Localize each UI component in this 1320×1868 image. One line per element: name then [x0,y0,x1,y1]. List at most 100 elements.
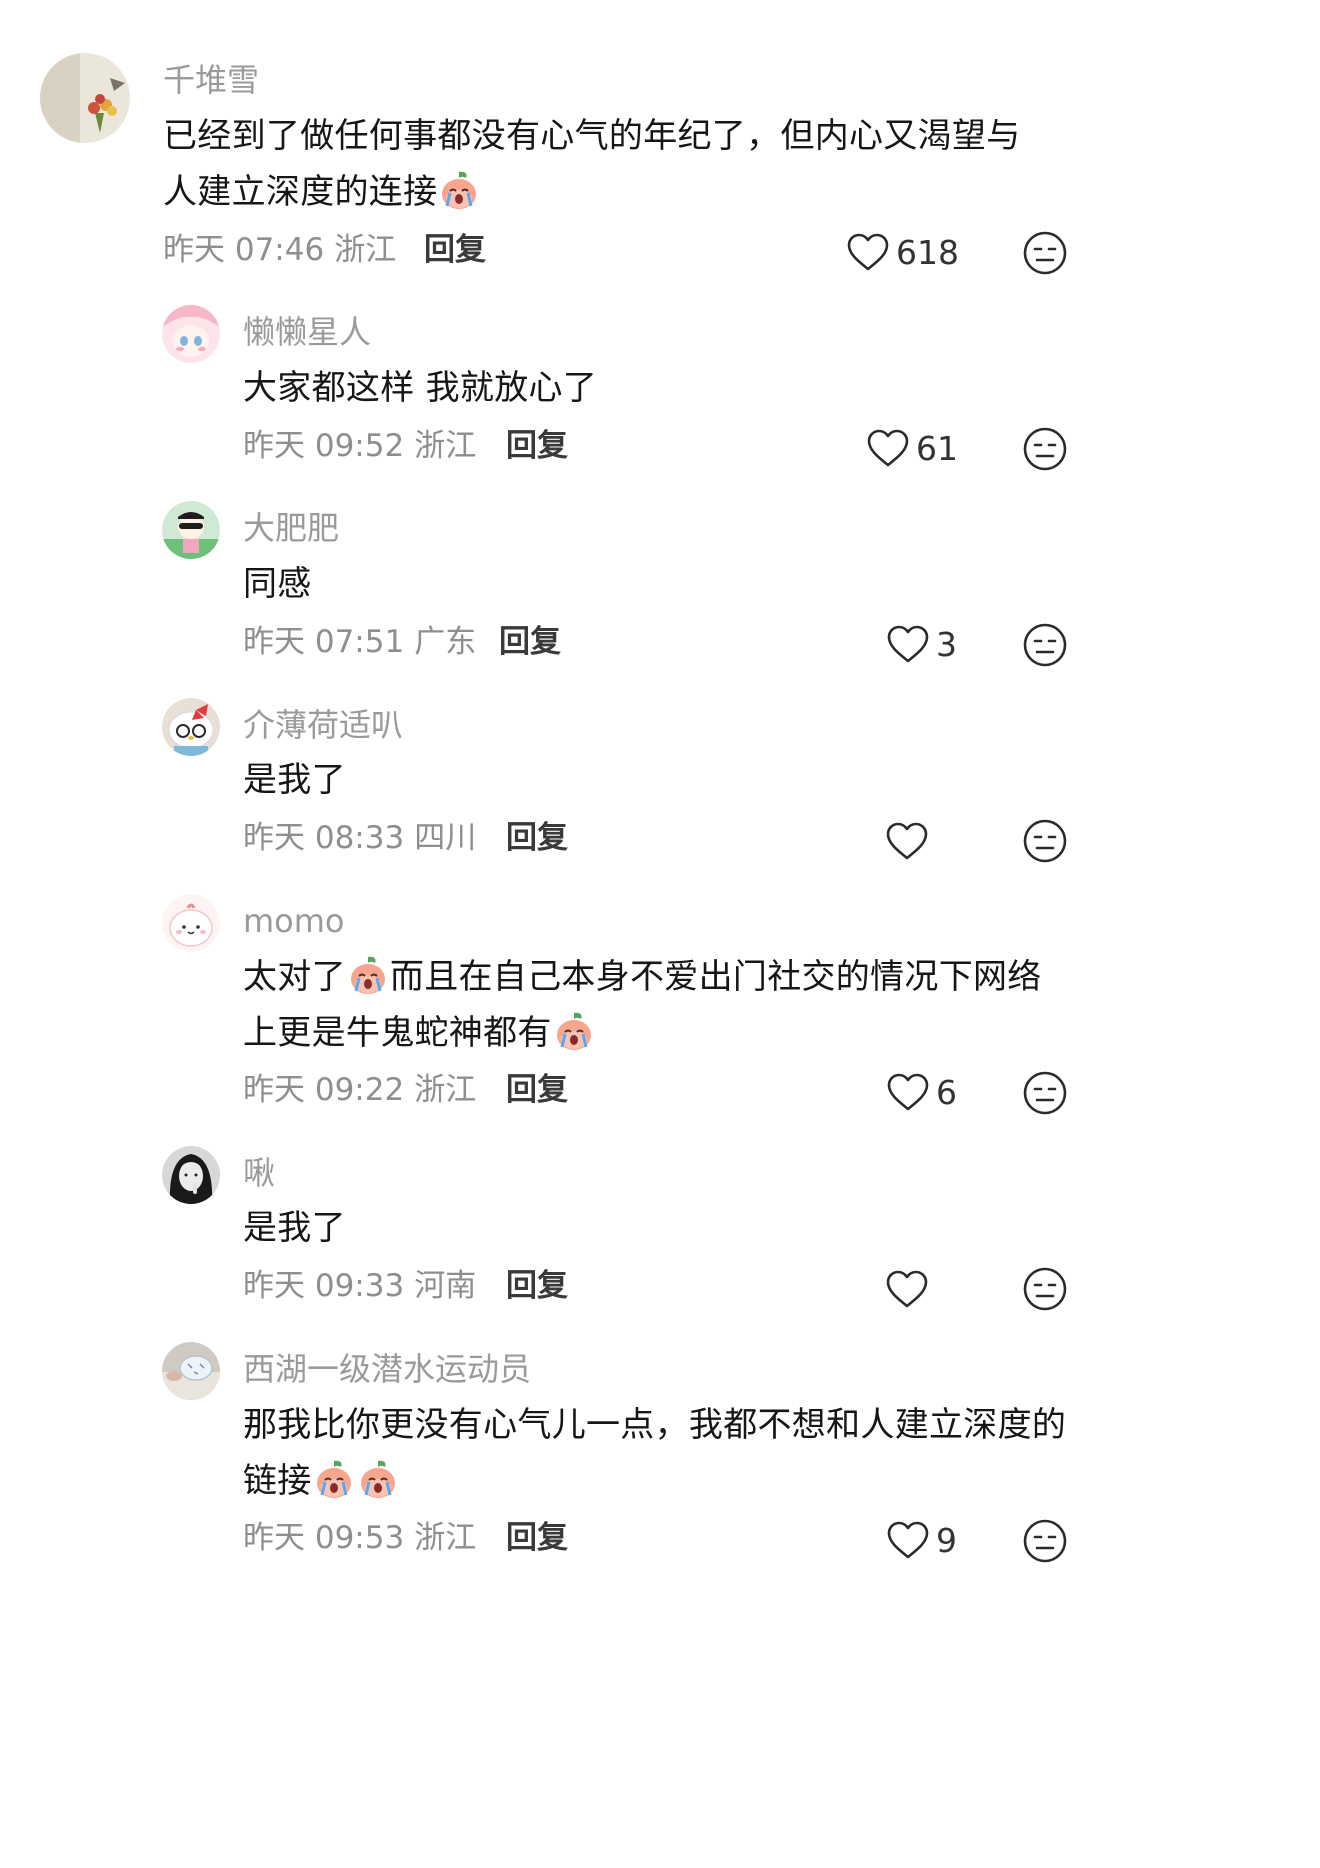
heart-outline-icon [887,1073,929,1111]
like-button[interactable]: 61 [866,424,958,472]
avatar[interactable] [162,698,220,756]
comment-text-segment: 是我了 [243,760,346,800]
comment-location: 浙江 [414,428,477,464]
comment-meta: 昨天 09:52 浙江 [243,426,476,466]
dislike-button[interactable] [1022,818,1068,864]
comment-meta: 昨天 09:53 浙江 [243,1518,476,1558]
comment-text: 那我比你更没有心气儿一点，我都不想和人建立深度的链接 [243,1397,1073,1509]
like-count: 3 [936,624,957,664]
comment-text-segment: 同感 [243,564,312,604]
comment-author[interactable]: 懒懒星人 [243,312,371,352]
comment-author[interactable]: 千堆雪 [163,60,259,100]
avatar-image [162,1146,220,1204]
comment-text-segment: 已经到了做任何事都没有心气的年纪了，但内心又渴望与人建立深度的连接 [163,116,1021,212]
avatar[interactable] [40,53,130,143]
comment-author[interactable]: 介薄荷适叭 [243,705,403,745]
neutral-face-icon [1023,1267,1067,1311]
avatar[interactable] [162,894,220,952]
comment-time: 昨天 09:52 [243,428,405,464]
dislike-button[interactable] [1022,426,1068,472]
neutral-face-icon [1023,427,1067,471]
avatar-image [162,698,220,756]
heart-outline-icon [867,429,909,467]
like-button[interactable] [885,1265,935,1313]
heart-outline-icon [887,625,929,663]
reply-button[interactable]: 回复 [424,230,486,270]
comment-time: 昨天 07:46 [163,232,325,268]
comment-text: 已经到了做任何事都没有心气的年纪了，但内心又渴望与人建立深度的连接 [163,108,1053,220]
comment-meta: 昨天 07:51 广东 [243,622,476,662]
heart-outline-icon [887,1521,929,1559]
comment-author[interactable]: 啾 [243,1153,275,1193]
comment-location: 广东 [414,624,477,660]
dislike-button[interactable] [1022,230,1068,276]
comment-text: 同感 [243,556,1063,612]
like-button[interactable]: 3 [886,620,957,668]
reply-button[interactable]: 回复 [506,1070,568,1110]
comment-text-segment: 太对了 [243,957,346,997]
reply-button[interactable]: 回复 [506,1266,568,1306]
heart-outline-icon [847,233,889,271]
comment-text: 是我了 [243,752,1063,808]
comment-meta: 昨天 09:22 浙江 [243,1070,476,1110]
crying-peach-emoji-icon [556,1012,591,1050]
comment-time: 昨天 09:33 [243,1268,405,1304]
heart-outline-icon [886,1270,928,1308]
neutral-face-icon [1023,819,1067,863]
comment-text: 是我了 [243,1200,1063,1256]
comment-location: 浙江 [334,232,397,268]
like-count: 6 [936,1072,957,1112]
comment-text: 大家都这样 我就放心了 [243,360,1063,416]
avatar-image [162,305,220,363]
dislike-button[interactable] [1022,1266,1068,1312]
neutral-face-icon [1023,1519,1067,1563]
like-count: 61 [916,428,958,468]
like-button[interactable] [885,817,935,865]
like-button[interactable]: 9 [886,1516,957,1564]
like-count: 9 [936,1520,957,1560]
avatar[interactable] [162,1146,220,1204]
comment-meta: 昨天 09:33 河南 [243,1266,476,1306]
avatar[interactable] [162,1342,220,1400]
crying-peach-emoji-icon [442,171,477,209]
avatar[interactable] [162,305,220,363]
comment-location: 浙江 [414,1072,477,1108]
crying-peach-emoji-icon [316,1460,351,1498]
avatar-image [40,53,130,143]
comment-location: 四川 [414,820,477,856]
like-button[interactable]: 618 [846,228,959,276]
comment-location: 浙江 [414,1520,477,1556]
neutral-face-icon [1023,623,1067,667]
reply-button[interactable]: 回复 [499,622,561,662]
comment-author[interactable]: momo [243,901,345,941]
comment-author[interactable]: 大肥肥 [243,508,339,548]
dislike-button[interactable] [1022,622,1068,668]
like-count: 618 [896,232,959,272]
comment-text-segment: 是我了 [243,1208,346,1248]
crying-peach-emoji-icon [350,956,385,994]
comment-time: 昨天 09:22 [243,1072,405,1108]
comment-time: 昨天 07:51 [243,624,405,660]
avatar-image [162,894,220,952]
reply-button[interactable]: 回复 [506,818,568,858]
reply-button[interactable]: 回复 [506,426,568,466]
neutral-face-icon [1023,1071,1067,1115]
avatar-image [162,501,220,559]
neutral-face-icon [1023,231,1067,275]
avatar[interactable] [162,501,220,559]
comment-time: 昨天 09:53 [243,1520,405,1556]
comment-location: 河南 [414,1268,477,1304]
comment-text: 太对了 而且在自己本身不爱出门社交的情况下网络上更是牛鬼蛇神都有 [243,949,1073,1061]
dislike-button[interactable] [1022,1070,1068,1116]
dislike-button[interactable] [1022,1518,1068,1564]
comment-meta: 昨天 08:33 四川 [243,818,476,858]
like-button[interactable]: 6 [886,1068,957,1116]
comment-thread: 千堆雪 已经到了做任何事都没有心气的年纪了，但内心又渴望与人建立深度的连接 昨天… [0,0,1108,1568]
heart-outline-icon [886,822,928,860]
comment-text-segment: 大家都这样 我就放心了 [243,368,598,408]
reply-button[interactable]: 回复 [506,1518,568,1558]
comment-author[interactable]: 西湖一级潜水运动员 [243,1349,531,1389]
crying-peach-emoji-icon [360,1460,395,1498]
comment-time: 昨天 08:33 [243,820,405,856]
avatar-image [162,1342,220,1400]
